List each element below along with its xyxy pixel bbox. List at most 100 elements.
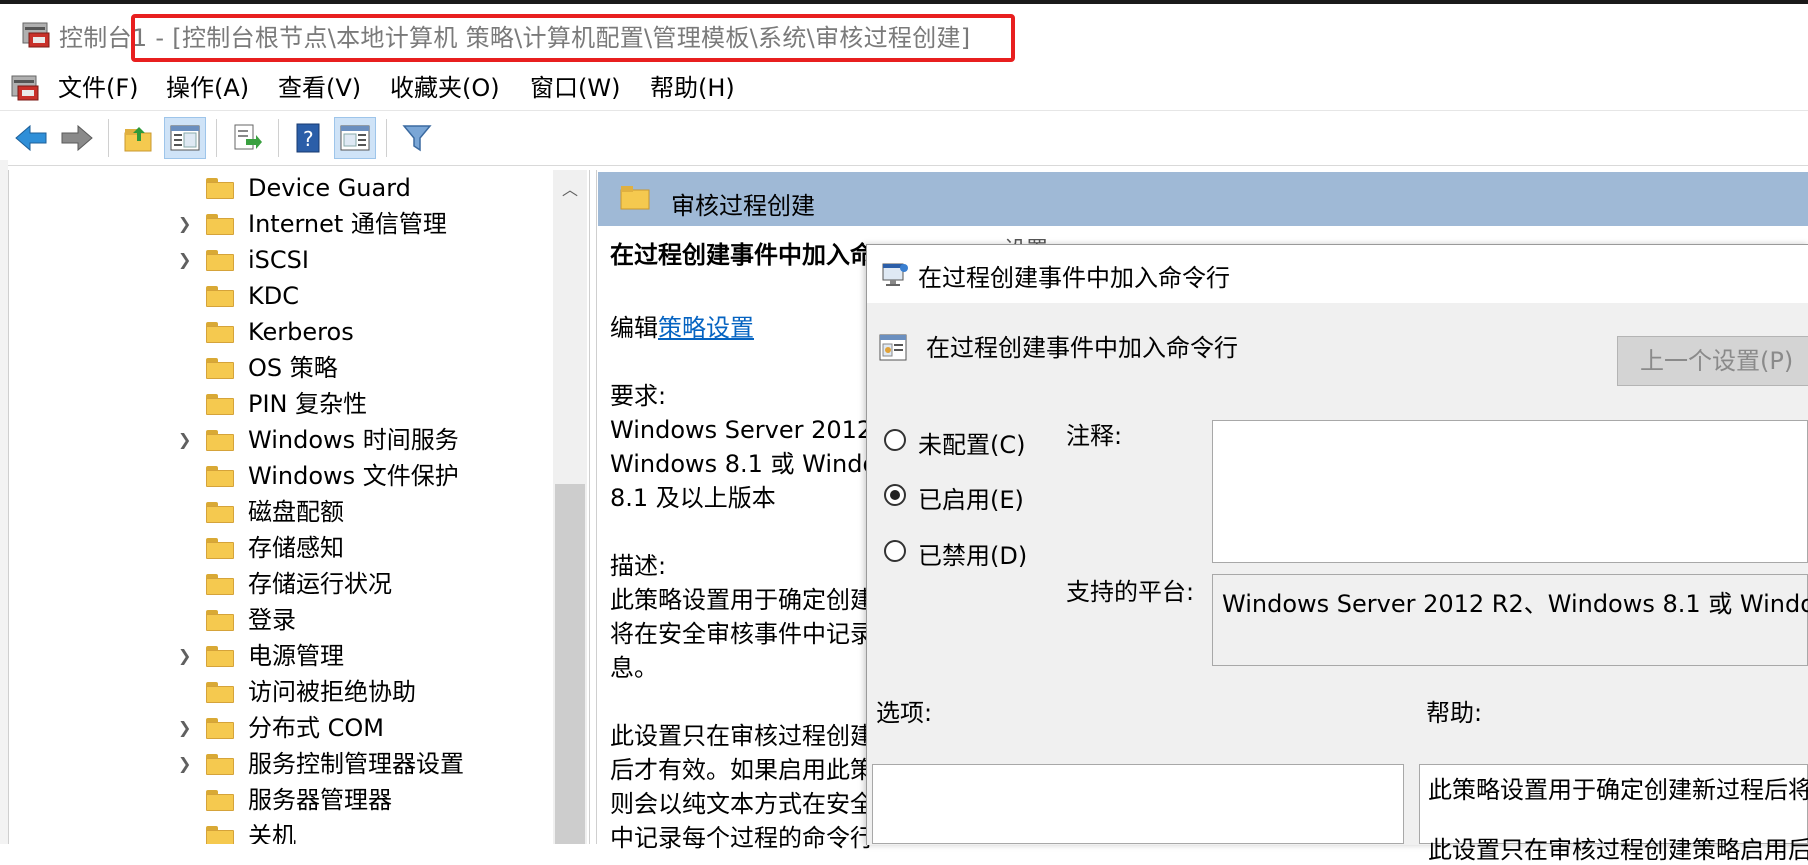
show-hide-action-pane-icon[interactable] — [334, 117, 376, 159]
requirement-line: Windows 8.1 或 Windo — [610, 450, 878, 478]
help-text: 此设置只在审核过程创建策略启用后 — [1428, 836, 1808, 864]
radio-disabled[interactable] — [884, 540, 906, 562]
comment-field[interactable] — [1212, 420, 1808, 563]
tree-item-power-management[interactable]: ❯ 电源管理 — [8, 638, 548, 674]
tree-item-label: 分布式 COM — [248, 714, 384, 742]
folder-icon — [620, 184, 650, 210]
forward-icon[interactable] — [56, 117, 98, 159]
folder-icon — [206, 248, 234, 271]
expand-arrow-icon[interactable]: ❯ — [178, 214, 191, 233]
dialog-setting-name: 在过程创建事件中加入命令行 — [926, 334, 1238, 362]
tree-item-service-control-manager[interactable]: ❯ 服务控制管理器设置 — [8, 746, 548, 782]
tree-item-label: 关机 — [248, 822, 296, 844]
tree-item-storage-sense[interactable]: 存储感知 — [8, 530, 548, 566]
menu-action[interactable]: 操作(A) — [166, 68, 249, 108]
folder-icon — [206, 572, 234, 595]
help-text: 此策略设置用于确定创建新过程后将 — [1428, 776, 1808, 804]
tree-item-windows-time[interactable]: ❯ Windows 时间服务 — [8, 422, 548, 458]
expand-arrow-icon[interactable]: ❯ — [178, 646, 191, 665]
tree-item-label: 服务控制管理器设置 — [248, 750, 464, 778]
title-highlight-box — [131, 14, 1015, 62]
radio-not-configured-label[interactable]: 未配置(C) — [918, 425, 1025, 460]
tree-item-device-guard[interactable]: Device Guard — [8, 170, 548, 206]
mmc-app-icon[interactable] — [21, 17, 53, 49]
expand-arrow-icon[interactable]: ❯ — [178, 250, 191, 269]
folder-icon — [206, 284, 234, 307]
tree-item-label: PIN 复杂性 — [248, 390, 368, 418]
tree-item-label: 存储感知 — [248, 534, 344, 562]
note-line: 中记录每个过程的命令行 — [610, 824, 874, 852]
folder-icon — [206, 320, 234, 343]
export-list-icon[interactable] — [226, 117, 268, 159]
menu-help[interactable]: 帮助(H) — [650, 68, 735, 108]
tree-scrollbar-thumb[interactable] — [555, 484, 585, 844]
scroll-up-icon[interactable]: ︿ — [553, 176, 587, 200]
requirement-line: Windows Server 2012 — [610, 416, 873, 444]
note-line: 则会以纯文本方式在安全 — [610, 790, 874, 818]
svg-text:?: ? — [303, 127, 314, 151]
show-hide-tree-icon[interactable] — [164, 117, 206, 159]
tree-item-logon[interactable]: 登录 — [8, 602, 548, 638]
note-line: 后才有效。如果启用此策 — [610, 756, 874, 784]
tree-item-label: 电源管理 — [248, 642, 344, 670]
options-panel — [872, 764, 1404, 844]
back-icon[interactable] — [10, 117, 52, 159]
supported-platform-label: 支持的平台: — [1066, 578, 1195, 606]
folder-icon — [206, 428, 234, 451]
console-menu-icon[interactable] — [10, 72, 42, 104]
tree-item-server-manager[interactable]: 服务器管理器 — [8, 782, 548, 818]
help-icon[interactable]: ? — [288, 117, 330, 159]
tree-item-kerberos[interactable]: Kerberos — [8, 314, 548, 350]
description-label: 描述: — [610, 552, 667, 580]
expand-arrow-icon[interactable]: ❯ — [178, 718, 191, 737]
description-line: 将在安全审核事件中记录 — [610, 620, 874, 648]
folder-icon — [206, 788, 234, 811]
tree-item-disk-quota[interactable]: 磁盘配额 — [8, 494, 548, 530]
edit-prefix: 编辑 — [610, 314, 658, 342]
tree-item-iscsi[interactable]: ❯ iSCSI — [8, 242, 548, 278]
tree-item-label: Device Guard — [248, 174, 411, 202]
expand-arrow-icon[interactable]: ❯ — [178, 430, 191, 449]
up-folder-icon[interactable] — [118, 117, 160, 159]
toolbar-separator — [278, 119, 279, 157]
policy-settings-link[interactable]: 策略设置 — [658, 314, 754, 342]
menu-file[interactable]: 文件(F) — [58, 68, 139, 108]
tree-item-kdc[interactable]: KDC — [8, 278, 548, 314]
edit-policy-line: 编辑策略设置 — [610, 311, 754, 345]
menu-window[interactable]: 窗口(W) — [530, 68, 620, 108]
policy-dialog-icon — [880, 260, 910, 288]
folder-icon — [206, 176, 234, 199]
tree-item-label: 登录 — [248, 606, 296, 634]
tree-item-label: Windows 时间服务 — [248, 426, 459, 454]
tree-item-internet[interactable]: ❯ Internet 通信管理 — [8, 206, 548, 242]
top-edge — [0, 0, 1808, 4]
tree-item-label: 存储运行状况 — [248, 570, 392, 598]
tree-item-shutdown[interactable]: 关机 — [8, 818, 548, 844]
help-label: 帮助: — [1426, 699, 1483, 727]
description-line: 此策略设置用于确定创建 — [610, 586, 874, 614]
tree-item-windows-file-protection[interactable]: Windows 文件保护 — [8, 458, 548, 494]
supported-platform-value: Windows Server 2012 R2、Windows 8.1 或 Win… — [1222, 590, 1808, 618]
tree-item-access-denied-assistance[interactable]: 访问被拒绝协助 — [8, 674, 548, 710]
tree-item-pin-complexity[interactable]: PIN 复杂性 — [8, 386, 548, 422]
menu-favorites[interactable]: 收藏夹(O) — [390, 68, 500, 108]
tree-item-os-policy[interactable]: OS 策略 — [8, 350, 548, 386]
radio-not-configured[interactable] — [884, 429, 906, 451]
tree-item-distributed-com[interactable]: ❯ 分布式 COM — [8, 710, 548, 746]
radio-enabled[interactable] — [884, 484, 906, 506]
tree-item-label: 访问被拒绝协助 — [248, 678, 416, 706]
tree-item-label: Internet 通信管理 — [248, 210, 447, 238]
folder-icon — [206, 356, 234, 379]
previous-setting-button[interactable]: 上一个设置(P) — [1617, 336, 1808, 386]
note-line: 此设置只在审核过程创建 — [610, 722, 874, 750]
radio-disabled-label[interactable]: 已禁用(D) — [918, 536, 1027, 571]
tree-item-label: 服务器管理器 — [248, 786, 392, 814]
tree-item-storage-health[interactable]: 存储运行状况 — [8, 566, 548, 602]
toolbar-separator — [386, 119, 387, 157]
folder-icon — [206, 536, 234, 559]
menu-bar: 文件(F) 操作(A) 查看(V) 收藏夹(O) 窗口(W) 帮助(H) — [0, 68, 1808, 108]
expand-arrow-icon[interactable]: ❯ — [178, 754, 191, 773]
filter-icon[interactable] — [396, 117, 438, 159]
menu-view[interactable]: 查看(V) — [278, 68, 361, 108]
radio-enabled-label[interactable]: 已启用(E) — [918, 480, 1024, 515]
